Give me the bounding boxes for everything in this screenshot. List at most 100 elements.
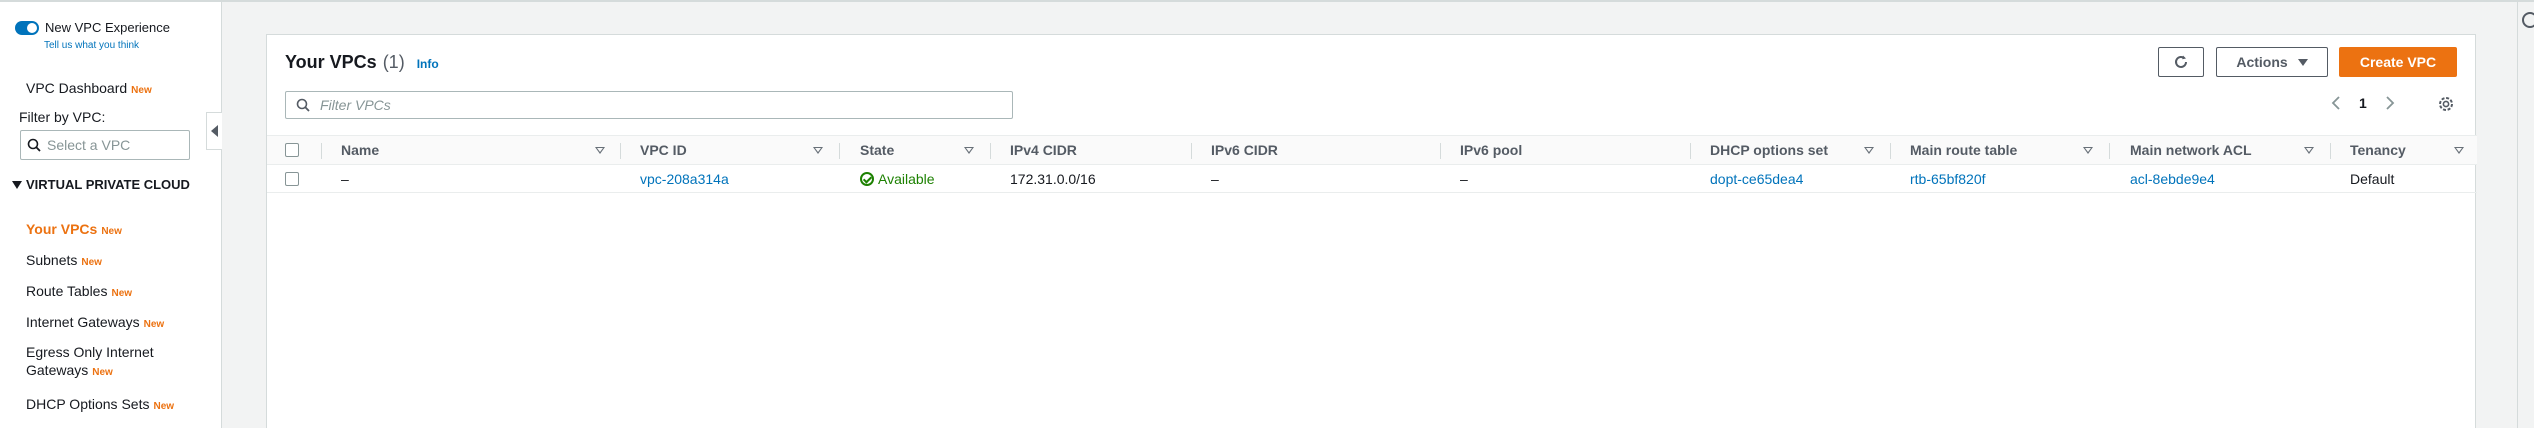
page-title: Your VPCs (1) Info xyxy=(285,52,439,73)
new-experience-toggle[interactable] xyxy=(15,20,39,35)
sidebar-item-label: Internet Gateways xyxy=(26,314,140,330)
vpcs-panel: Your VPCs (1) Info Actions Create VPC Fi… xyxy=(266,34,2477,428)
vpcs-table: Name VPC ID State IPv4 CIDR IPv6 CIDR IP… xyxy=(267,135,2477,193)
column-header-vpc-id[interactable]: VPC ID xyxy=(640,136,687,164)
column-divider xyxy=(1440,143,1441,159)
new-experience-toggle-row[interactable]: New VPC Experience xyxy=(15,20,170,35)
cell-dhcp-options-link[interactable]: dopt-ce65dea4 xyxy=(1710,165,1803,192)
sidebar-item-your-vpcs[interactable]: Your VPCs New xyxy=(26,220,122,241)
refresh-icon xyxy=(2175,55,2187,68)
chevron-right-icon[interactable] xyxy=(2385,95,2395,111)
chevron-left-icon[interactable] xyxy=(2331,95,2341,111)
search-icon xyxy=(27,138,41,152)
cell-ipv4-cidr: 172.31.0.0/16 xyxy=(1010,170,1096,187)
sidebar-item-egress-only-internet-gateways[interactable]: Egress Only Internet Gateways New xyxy=(26,343,176,382)
column-header-dhcp-options-set[interactable]: DHCP options set xyxy=(1710,136,1828,164)
table-row[interactable]: – vpc-208a314a Available 172.31.0.0/16 –… xyxy=(267,165,2477,193)
actions-label: Actions xyxy=(2236,54,2288,70)
create-vpc-button[interactable]: Create VPC xyxy=(2339,47,2457,77)
top-border xyxy=(0,0,2534,2)
column-divider xyxy=(1890,143,1891,159)
column-header-ipv6-pool[interactable]: IPv6 pool xyxy=(1460,136,1522,164)
column-divider xyxy=(321,143,322,159)
sidebar: New VPC Experience Tell us what you thin… xyxy=(0,2,222,428)
sidebar-item-label: VPC Dashboard xyxy=(26,80,128,96)
column-divider xyxy=(990,143,991,159)
sort-icon[interactable] xyxy=(2304,147,2314,154)
pagination: 1 xyxy=(2331,95,2395,111)
cell-state: Available xyxy=(860,165,935,192)
cell-name: – xyxy=(341,170,349,187)
column-divider xyxy=(2109,143,2110,159)
cell-network-acl-link[interactable]: acl-8ebde9e4 xyxy=(2130,165,2215,192)
section-label: VIRTUAL PRIVATE CLOUD xyxy=(26,177,190,192)
new-badge: New xyxy=(111,288,133,299)
sidebar-item-route-tables[interactable]: Route Tables New xyxy=(26,282,132,303)
sidebar-item-internet-gateways[interactable]: Internet Gateways New xyxy=(26,313,164,334)
column-divider xyxy=(1191,143,1192,159)
new-experience-label: New VPC Experience xyxy=(45,20,170,35)
gear-icon[interactable] xyxy=(2437,95,2455,113)
row-checkbox[interactable] xyxy=(285,171,299,186)
sidebar-item-label: Subnets xyxy=(26,252,78,268)
column-divider xyxy=(620,143,621,159)
help-icon[interactable] xyxy=(2522,12,2534,28)
sort-icon[interactable] xyxy=(1864,147,1874,154)
cell-tenancy: Default xyxy=(2350,170,2395,187)
sort-icon[interactable] xyxy=(2454,147,2464,154)
row-checkbox-cell[interactable] xyxy=(285,165,299,192)
new-badge: New xyxy=(143,319,165,330)
actions-button[interactable]: Actions xyxy=(2216,47,2328,77)
vpc-filter-select[interactable]: Select a VPC xyxy=(20,130,190,160)
table-header-row: Name VPC ID State IPv4 CIDR IPv6 CIDR IP… xyxy=(267,135,2477,165)
sort-icon[interactable] xyxy=(2083,147,2093,154)
vpc-count: (1) xyxy=(382,52,405,72)
sort-icon[interactable] xyxy=(595,147,605,154)
state-text: Available xyxy=(878,170,935,187)
feedback-link[interactable]: Tell us what you think xyxy=(44,40,139,51)
search-icon xyxy=(296,98,310,112)
current-page[interactable]: 1 xyxy=(2359,95,2367,111)
sidebar-item-subnets[interactable]: Subnets New xyxy=(26,251,102,272)
chevron-left-icon xyxy=(211,125,218,137)
column-divider xyxy=(839,143,840,159)
new-badge: New xyxy=(131,85,152,96)
column-header-ipv6-cidr[interactable]: IPv6 CIDR xyxy=(1211,136,1278,164)
info-link[interactable]: Info xyxy=(417,57,439,71)
select-all-checkbox[interactable] xyxy=(285,143,299,157)
cell-ipv6-pool: – xyxy=(1460,170,1468,187)
sidebar-item-label: Egress Only Internet Gateways xyxy=(26,344,154,378)
sidebar-item-dhcp-options-sets[interactable]: DHCP Options Sets New xyxy=(26,395,174,416)
column-header-name[interactable]: Name xyxy=(341,136,379,164)
new-badge: New xyxy=(92,367,113,378)
column-header-state[interactable]: State xyxy=(860,136,894,164)
cell-ipv6-cidr: – xyxy=(1211,170,1219,187)
refresh-button[interactable] xyxy=(2158,47,2204,77)
sidebar-item-vpc-dashboard[interactable]: VPC Dashboard New xyxy=(26,79,152,100)
filter-vpcs-input[interactable]: Filter VPCs xyxy=(285,91,1013,119)
new-badge: New xyxy=(81,257,102,268)
column-divider xyxy=(2330,143,2331,159)
column-divider xyxy=(1690,143,1691,159)
right-panel-divider xyxy=(2517,2,2518,428)
column-header-main-route-table[interactable]: Main route table xyxy=(1910,136,2017,164)
select-all-checkbox-cell[interactable] xyxy=(285,136,299,164)
column-header-tenancy[interactable]: Tenancy xyxy=(2350,136,2406,164)
sort-icon[interactable] xyxy=(813,147,823,154)
collapse-sidebar-button[interactable] xyxy=(206,112,222,150)
sort-icon[interactable] xyxy=(964,147,974,154)
new-badge: New xyxy=(153,401,175,412)
section-virtual-private-cloud[interactable]: VIRTUAL PRIVATE CLOUD xyxy=(12,176,202,193)
vpc-filter-placeholder: Select a VPC xyxy=(47,137,131,153)
caret-down-icon xyxy=(12,181,22,189)
panel-title-text: Your VPCs xyxy=(285,52,377,72)
new-badge: New xyxy=(101,226,122,237)
sidebar-item-label: DHCP Options Sets xyxy=(26,396,150,412)
cell-vpc-id-link[interactable]: vpc-208a314a xyxy=(640,165,729,192)
column-header-ipv4-cidr[interactable]: IPv4 CIDR xyxy=(1010,136,1077,164)
column-header-main-network-acl[interactable]: Main network ACL xyxy=(2130,136,2252,164)
cell-route-table-link[interactable]: rtb-65bf820f xyxy=(1910,165,1986,192)
sidebar-item-label: Your VPCs xyxy=(26,221,98,237)
caret-down-icon xyxy=(2297,58,2308,66)
filter-by-vpc-label: Filter by VPC: xyxy=(19,109,106,125)
